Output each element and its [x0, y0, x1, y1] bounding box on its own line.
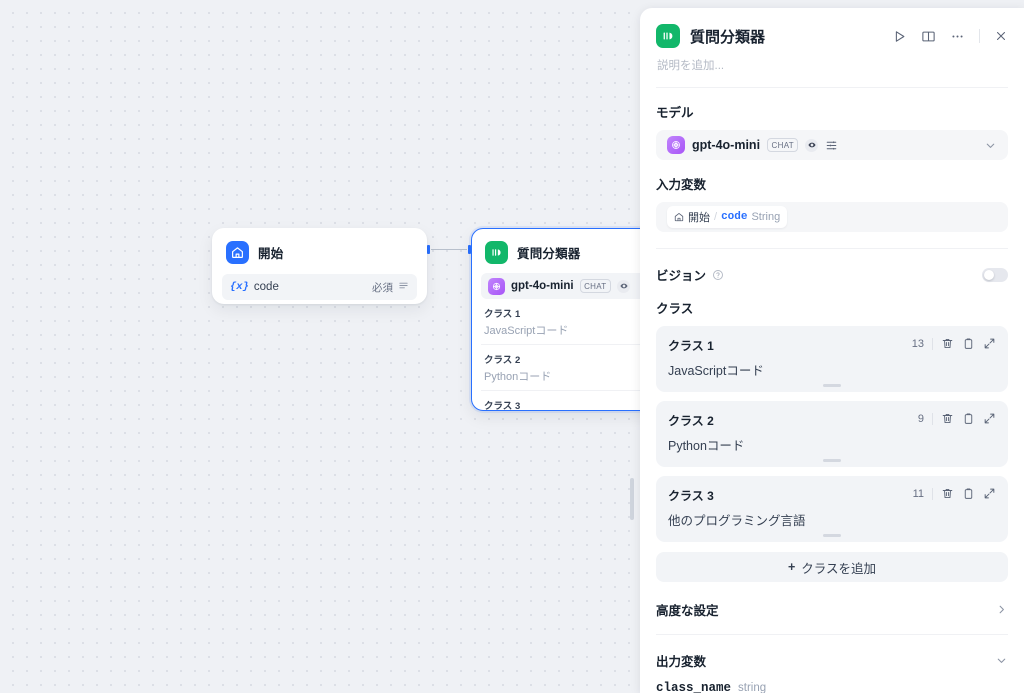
output-variable-type: string [738, 682, 767, 693]
node-model-name: gpt-4o-mini [511, 280, 574, 292]
vision-row: ビジョン [640, 249, 1024, 284]
class-card[interactable]: クラス 3 11 他のプログラミング言語 [656, 476, 1008, 542]
home-icon [674, 212, 684, 222]
model-section: モデル gpt-4o-mini CHAT [640, 88, 1024, 160]
variable-type-icon: {x} [230, 281, 249, 293]
variable-chip[interactable]: 開始 / code String [667, 206, 788, 228]
trash-icon[interactable] [941, 412, 954, 425]
input-variable-field[interactable]: 開始 / code String [656, 202, 1008, 232]
home-icon [226, 241, 249, 264]
class-text[interactable]: 他のプログラミング言語 [668, 510, 996, 529]
node-start[interactable]: 開始 {x} code 必須 [212, 228, 427, 304]
plus-icon: + [787, 560, 796, 574]
classes-section: クラス クラス 1 13 JavaScriptコード クラス 2 9 Pytho… [640, 284, 1024, 582]
node-model-badge: CHAT [579, 279, 611, 293]
workflow-canvas[interactable]: 開始 {x} code 必須 質問分類器 gpt-4o-mini CHAT クラ… [0, 0, 686, 693]
class-card[interactable]: クラス 2 9 Pythonコード [656, 401, 1008, 467]
class-char-count: 13 [911, 337, 924, 350]
edge-line [431, 249, 467, 251]
chip-node-name: 開始 [688, 212, 710, 224]
chevron-down-icon[interactable] [995, 654, 1008, 667]
output-variable-name: class_name [656, 681, 732, 693]
openai-icon [667, 136, 685, 154]
more-icon[interactable] [950, 29, 965, 44]
class-name: クラス 3 [668, 489, 714, 503]
node-classifier-title: 質問分類器 [517, 247, 581, 261]
class-name: クラス 2 [668, 414, 714, 428]
model-settings-icon[interactable] [825, 139, 838, 152]
resize-handle[interactable] [823, 459, 841, 462]
class-text[interactable]: Pythonコード [668, 435, 996, 454]
book-icon[interactable] [921, 29, 936, 44]
openai-icon [488, 277, 505, 295]
copy-icon[interactable] [962, 337, 975, 350]
eye-icon[interactable] [617, 279, 630, 293]
output-variables-label: 出力変数 [656, 655, 707, 669]
input-variables-label: 入力変数 [656, 178, 707, 192]
class-char-count: 9 [917, 412, 924, 425]
expand-icon[interactable] [983, 487, 996, 500]
add-class-label: クラスを追加 [801, 561, 877, 576]
class-name: クラス 1 [668, 339, 714, 353]
divider [932, 487, 933, 500]
question-classifier-icon [656, 24, 680, 48]
model-section-label: モデル [656, 106, 694, 120]
trash-icon[interactable] [941, 337, 954, 350]
chip-separator: / [714, 211, 718, 223]
expand-icon[interactable] [983, 337, 996, 350]
canvas-scrollbar[interactable] [630, 478, 634, 520]
node-start-variable-row[interactable]: {x} code 必須 [222, 274, 417, 300]
resize-handle[interactable] [823, 534, 841, 537]
expand-icon[interactable] [983, 412, 996, 425]
model-type-badge: CHAT [767, 138, 799, 152]
chevron-right-icon[interactable] [995, 603, 1008, 616]
class-text[interactable]: JavaScriptコード [668, 360, 996, 379]
variable-name: code [253, 281, 279, 293]
node-start-title: 開始 [258, 247, 284, 261]
add-class-button[interactable]: + クラスを追加 [656, 552, 1008, 582]
eye-icon[interactable] [805, 138, 819, 152]
list-icon[interactable] [398, 278, 409, 296]
trash-icon[interactable] [941, 487, 954, 500]
chip-variable-type: String [751, 211, 781, 223]
chip-variable-name: code [721, 211, 748, 223]
divider [932, 337, 933, 350]
advanced-settings-label: 高度な設定 [656, 604, 719, 618]
close-icon[interactable] [994, 29, 1008, 43]
edge-start-to-classifier [427, 245, 471, 254]
advanced-settings-row[interactable]: 高度な設定 [640, 582, 1024, 634]
node-detail-panel: 質問分類器 説明を追加... モデル gpt-4o-mini CHAT 入力変数… [640, 8, 1024, 693]
classes-section-label: クラス [656, 302, 694, 316]
chevron-down-icon[interactable] [984, 139, 997, 152]
panel-header: 質問分類器 [640, 8, 1024, 48]
panel-title: 質問分類器 [690, 28, 766, 46]
node-start-header: 開始 [222, 238, 417, 266]
vision-toggle[interactable] [982, 267, 1008, 282]
class-card[interactable]: クラス 1 13 JavaScriptコード [656, 326, 1008, 392]
output-variables-row[interactable]: 出力変数 [640, 635, 1024, 676]
question-classifier-icon [485, 241, 508, 264]
class-char-count: 11 [912, 487, 924, 500]
model-selector[interactable]: gpt-4o-mini CHAT [656, 130, 1008, 160]
divider [932, 412, 933, 425]
panel-description[interactable]: 説明を追加... [640, 48, 1024, 87]
resize-handle[interactable] [823, 384, 841, 387]
vision-label: ビジョン [656, 269, 707, 283]
edge-handle-source [427, 245, 430, 254]
copy-icon[interactable] [962, 412, 975, 425]
model-name: gpt-4o-mini [692, 138, 761, 152]
panel-header-actions [892, 29, 1008, 44]
copy-icon[interactable] [962, 487, 975, 500]
help-icon[interactable] [712, 269, 724, 281]
input-variables-section: 入力変数 開始 / code String [640, 160, 1024, 232]
header-divider [979, 29, 980, 43]
variable-required-label: 必須 [372, 281, 393, 294]
run-icon[interactable] [892, 29, 907, 44]
output-variable-item: class_namestring クラス名 [640, 676, 1024, 693]
